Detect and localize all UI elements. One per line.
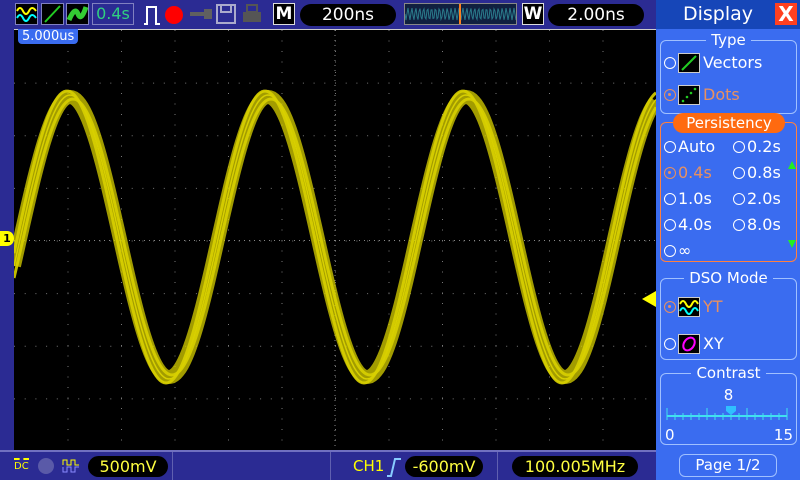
bandwidth-limit-icon: [38, 458, 54, 474]
trigger-level-marker[interactable]: [641, 291, 656, 307]
page-button[interactable]: Page 1/2: [679, 454, 777, 477]
channel-scale[interactable]: 500mV: [88, 456, 168, 477]
memory-overview[interactable]: [404, 3, 517, 25]
type-group: Type Vectors Dots: [660, 31, 797, 114]
trigger-pulse-icon: [144, 6, 160, 25]
persistence-icon[interactable]: [66, 3, 89, 25]
dso-mode-yt[interactable]: YT: [664, 297, 723, 317]
contrast-slider[interactable]: [665, 404, 791, 422]
status-bar: DC 500mV CH1 -600mV 100.005MHz: [0, 450, 656, 480]
graticule: [14, 30, 656, 451]
persistency-group: Persistency Auto 0.2s 0.4s 0.8s 1.0s 2.0…: [660, 113, 797, 262]
frequency-readout: 100.005MHz: [512, 456, 638, 477]
window-timebase-value[interactable]: 2.00ns: [548, 4, 644, 26]
scroll-down-icon[interactable]: [788, 240, 796, 248]
window-label: W: [522, 3, 544, 25]
type-label: Type: [706, 31, 751, 49]
save-icon[interactable]: [216, 4, 236, 24]
persist-infinite[interactable]: ∞: [664, 241, 691, 260]
channel1-marker[interactable]: 1: [0, 231, 14, 246]
waveform-display: 5.000us: [14, 29, 656, 451]
top-toolbar: 0.4s M 200ns W 2.00ns: [0, 0, 656, 30]
dso-mode-label: DSO Mode: [684, 269, 773, 287]
type-dots-option[interactable]: Dots: [664, 85, 740, 105]
waveform-trace: [14, 89, 656, 384]
mode-label: M: [273, 3, 295, 25]
coupling-label: DC: [14, 458, 29, 472]
persist-1-0s[interactable]: 1.0s: [664, 189, 712, 208]
persist-value: 0.4s: [92, 3, 134, 25]
contrast-min: 0: [665, 426, 675, 444]
trigger-level[interactable]: -600mV: [405, 456, 483, 477]
persist-0-4s[interactable]: 0.4s: [664, 163, 712, 182]
run-stop-icon[interactable]: [165, 6, 183, 24]
print-icon[interactable]: [242, 4, 262, 24]
contrast-value: 8: [723, 386, 734, 404]
persistency-label: Persistency: [673, 113, 785, 133]
close-button[interactable]: X: [775, 3, 797, 25]
persist-0-2s[interactable]: 0.2s: [733, 137, 781, 156]
scroll-up-icon[interactable]: [788, 161, 796, 169]
contrast-group: Contrast 8 0 15: [660, 364, 797, 445]
contrast-label: Contrast: [691, 364, 766, 382]
waveform-trace: [14, 94, 656, 380]
waveform-trace: [14, 89, 656, 385]
dso-mode-group: DSO Mode YT XY: [660, 269, 797, 360]
display-menu: Display X Type Vectors Dots Persistency …: [656, 0, 800, 480]
contrast-max: 15: [773, 426, 793, 444]
persist-auto[interactable]: Auto: [664, 137, 715, 156]
timebase-value[interactable]: 200ns: [300, 4, 396, 26]
yt-icon: [678, 297, 700, 317]
persist-2-0s[interactable]: 2.0s: [733, 189, 781, 208]
yt-mode-icon[interactable]: [15, 3, 38, 25]
persist-0-8s[interactable]: 0.8s: [733, 163, 781, 182]
trigger-position-label[interactable]: 5.000us: [18, 29, 79, 44]
vectors-icon: [678, 53, 700, 73]
key-icon: [190, 9, 212, 19]
persist-8-0s[interactable]: 8.0s: [733, 215, 781, 234]
dso-mode-xy[interactable]: XY: [664, 334, 724, 354]
invert-icon: [62, 459, 79, 473]
persist-4-0s[interactable]: 4.0s: [664, 215, 712, 234]
trigger-source[interactable]: CH1: [353, 457, 384, 475]
type-vectors-option[interactable]: Vectors: [664, 53, 762, 73]
contrast-slider-handle[interactable]: [726, 406, 736, 415]
xy-icon: [678, 334, 700, 354]
vectors-icon[interactable]: [41, 3, 64, 25]
rising-edge-icon: [387, 458, 401, 477]
dots-icon: [678, 85, 700, 105]
